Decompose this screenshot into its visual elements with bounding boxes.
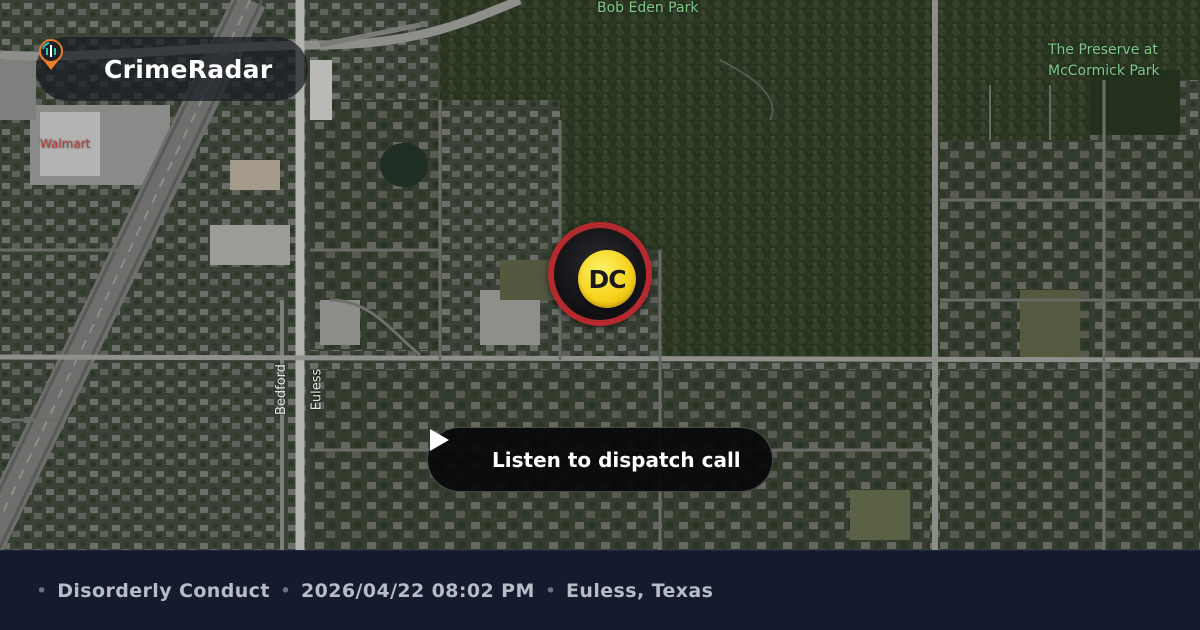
incident-type: Disorderly Conduct <box>57 579 270 602</box>
separator-dot: • <box>36 579 48 602</box>
brand-badge[interactable]: CrimeRadar <box>36 37 308 101</box>
separator-dot: • <box>544 579 557 602</box>
marker-inner: DC <box>554 228 646 320</box>
share-card: Bob Eden Park The Preserve at McCormick … <box>0 0 1200 630</box>
poi-label-bob-eden-park: Bob Eden Park <box>597 0 699 16</box>
incident-datetime: 2026/04/22 08:02 PM <box>301 579 535 602</box>
incident-info-bar: • Disorderly Conduct • 2026/04/22 08:02 … <box>0 550 1200 630</box>
satellite-map[interactable]: Bob Eden Park The Preserve at McCormick … <box>0 0 1200 550</box>
incident-marker[interactable]: DC <box>548 222 652 326</box>
poi-label-preserve: The Preserve at McCormick Park <box>1048 40 1160 82</box>
incident-location: Euless, Texas <box>566 579 714 602</box>
radar-pin-icon <box>39 39 86 86</box>
play-icon <box>430 429 482 472</box>
listen-button-label: Listen to dispatch call <box>492 447 741 472</box>
listen-dispatch-button[interactable]: Listen to dispatch call <box>427 427 773 492</box>
poi-label-line: McCormick Park <box>1048 63 1160 79</box>
poi-label-walmart: Walmart <box>40 137 91 151</box>
incident-code-badge: DC <box>578 250 636 308</box>
road-label-euless: Euless <box>309 368 325 411</box>
brand-name: CrimeRadar <box>104 54 273 84</box>
road-label-bedford: Bedford <box>274 363 290 416</box>
separator-dot: • <box>279 579 292 602</box>
poi-label-line: The Preserve at <box>1048 42 1158 58</box>
incident-code: DC <box>588 264 626 294</box>
